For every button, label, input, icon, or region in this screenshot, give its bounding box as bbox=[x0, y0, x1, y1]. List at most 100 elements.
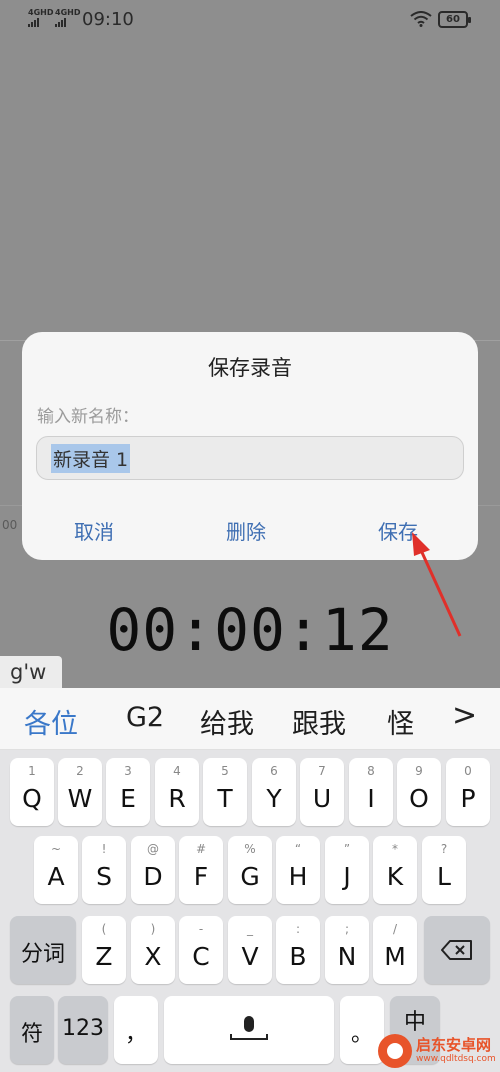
key-t[interactable]: 5T bbox=[203, 758, 247, 826]
comma-key[interactable]: ， bbox=[114, 996, 158, 1064]
backspace-key[interactable] bbox=[424, 916, 490, 984]
key-q[interactable]: 1Q bbox=[10, 758, 54, 826]
key-b[interactable]: :B bbox=[276, 916, 320, 984]
key-hint: 5 bbox=[221, 764, 229, 778]
key-a[interactable]: ~ A bbox=[34, 836, 78, 904]
key-k[interactable]: * K bbox=[373, 836, 417, 904]
candidate-item[interactable]: 怪 bbox=[387, 702, 414, 741]
key-hint: ( bbox=[101, 922, 107, 936]
candidate-bar: 各位 G2 给我 跟我 怪 > bbox=[0, 688, 500, 750]
key-o[interactable]: 9O bbox=[397, 758, 441, 826]
candidate-item[interactable]: 各位 bbox=[24, 702, 78, 741]
key-label: A bbox=[47, 862, 65, 891]
key-label: 符 bbox=[20, 1022, 43, 1047]
watermark-logo-icon bbox=[378, 1034, 412, 1068]
key-hint: 9 bbox=[415, 764, 423, 778]
space-bar-icon bbox=[230, 1034, 268, 1040]
candidate-item[interactable]: 给我 bbox=[200, 702, 254, 741]
key-f[interactable]: # F bbox=[179, 836, 223, 904]
recording-name-input[interactable]: 新录音 1 bbox=[36, 436, 464, 480]
key-y[interactable]: 6Y bbox=[252, 758, 296, 826]
key-hint: “ bbox=[294, 842, 302, 856]
watermark-name: 启东安卓网 bbox=[416, 1036, 492, 1054]
key-j[interactable]: ” J bbox=[325, 836, 369, 904]
key-label: S bbox=[96, 862, 112, 891]
key-x[interactable]: ) X bbox=[131, 916, 175, 984]
candidate-item[interactable]: 跟我 bbox=[292, 702, 346, 741]
waveform-tick-label: 00 bbox=[2, 518, 18, 532]
key-s[interactable]: ! S bbox=[82, 836, 126, 904]
key-d[interactable]: @ D bbox=[131, 836, 175, 904]
recording-timer: 00:00:12 bbox=[106, 596, 394, 664]
key-label: R bbox=[168, 784, 186, 813]
space-voice-key[interactable] bbox=[164, 996, 334, 1064]
key-hint: ? bbox=[440, 842, 448, 856]
key-label: U bbox=[312, 784, 332, 813]
cancel-button[interactable]: 取消 bbox=[74, 516, 114, 545]
key-m[interactable]: / M bbox=[373, 916, 417, 984]
key-label: N bbox=[337, 942, 357, 971]
key-label: B bbox=[289, 942, 307, 971]
key-r[interactable]: 4R bbox=[155, 758, 199, 826]
key-c[interactable]: -C bbox=[179, 916, 223, 984]
network-type-label: 4GHD bbox=[28, 8, 54, 17]
backspace-icon bbox=[441, 940, 472, 960]
key-label: I bbox=[367, 784, 375, 813]
key-w[interactable]: 2W bbox=[58, 758, 102, 826]
save-button[interactable]: 保存 bbox=[378, 516, 418, 545]
key-hint: 3 bbox=[124, 764, 132, 778]
key-label: T bbox=[217, 784, 233, 813]
key-z[interactable]: (Z bbox=[82, 916, 126, 984]
key-label: M bbox=[384, 942, 406, 971]
key-label: E bbox=[120, 784, 136, 813]
key-label: V bbox=[241, 942, 259, 971]
key-label: H bbox=[288, 862, 308, 891]
key-n[interactable]: ; N bbox=[325, 916, 369, 984]
key-hint: _ bbox=[247, 922, 253, 936]
key-e[interactable]: 3E bbox=[106, 758, 150, 826]
key-hint: ) bbox=[150, 922, 156, 936]
segment-key[interactable]: 分词 bbox=[10, 916, 76, 984]
name-prompt-label: 输入新名称： bbox=[37, 407, 139, 427]
key-hint: 0 bbox=[464, 764, 472, 778]
key-label: P bbox=[460, 784, 476, 813]
key-label: 分词 bbox=[20, 942, 65, 967]
key-hint: 1 bbox=[28, 764, 36, 778]
site-watermark: 启东安卓网 www.qdltdsq.com bbox=[378, 1030, 500, 1072]
key-p[interactable]: 0P bbox=[446, 758, 490, 826]
key-hint: - bbox=[198, 922, 204, 936]
key-hint: 7 bbox=[318, 764, 326, 778]
dialog-title: 保存录音 bbox=[208, 356, 292, 380]
recording-name-value: 新录音 1 bbox=[51, 443, 131, 473]
key-hint: ! bbox=[101, 842, 107, 856]
key-g[interactable]: % G bbox=[228, 836, 272, 904]
number-key[interactable]: 123 bbox=[58, 996, 108, 1064]
key-hint: ; bbox=[344, 922, 350, 936]
symbol-key[interactable]: 符 bbox=[10, 996, 54, 1064]
wifi-icon bbox=[410, 11, 432, 27]
key-l[interactable]: ? L bbox=[422, 836, 466, 904]
key-hint: 6 bbox=[270, 764, 278, 778]
key-v[interactable]: _ V bbox=[228, 916, 272, 984]
key-i[interactable]: 8I bbox=[349, 758, 393, 826]
key-label: K bbox=[386, 862, 404, 891]
key-u[interactable]: 7U bbox=[300, 758, 344, 826]
candidate-item[interactable]: G2 bbox=[126, 702, 164, 733]
delete-button[interactable]: 删除 bbox=[226, 516, 266, 545]
key-label: L bbox=[437, 862, 451, 891]
cellular-signal-icon: 4GHD bbox=[28, 9, 53, 27]
key-h[interactable]: “H bbox=[276, 836, 320, 904]
key-label: W bbox=[67, 784, 93, 813]
network-type-label: 4GHD bbox=[55, 8, 81, 17]
key-label: 123 bbox=[62, 1016, 104, 1041]
key-hint: 2 bbox=[76, 764, 84, 778]
key-hint: 4 bbox=[173, 764, 181, 778]
status-bar: 4GHD 4GHD 09:10 60 bbox=[0, 0, 500, 40]
key-label: ， bbox=[124, 1022, 147, 1047]
soft-keyboard: 1Q 2W 3E 4R 5T 6Y 7U 8I 9O 0P ~ A ! S @ D #… bbox=[0, 750, 500, 1072]
expand-candidates-icon[interactable]: > bbox=[452, 698, 477, 733]
key-label: G bbox=[240, 862, 260, 891]
key-label: O bbox=[409, 784, 429, 813]
key-label: D bbox=[143, 862, 163, 891]
key-hint: / bbox=[392, 922, 398, 936]
